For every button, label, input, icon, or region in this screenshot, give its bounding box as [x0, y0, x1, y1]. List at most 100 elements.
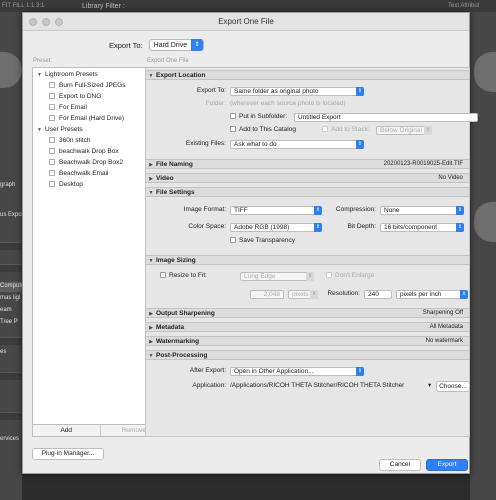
preset-item[interactable]: Beachwalk Drop Box2 — [49, 158, 123, 168]
subfolder-name-field[interactable]: Untitled Export — [294, 113, 478, 122]
existing-files-label: Existing Files: — [185, 140, 226, 147]
preset-checkbox[interactable] — [49, 115, 55, 121]
resolution-label: Resolution: — [327, 290, 360, 297]
export-button[interactable]: Export — [426, 459, 468, 471]
resolution-unit-select[interactable]: pixels per inch ⇕ — [396, 290, 468, 299]
checkbox-label: Add to This Catalog — [239, 126, 296, 133]
section-video[interactable]: ▶ Video No Video — [146, 173, 469, 183]
chevron-updown-icon: ⇕ — [356, 140, 364, 149]
export-location-select[interactable]: Same folder as original photo ⇕ — [230, 87, 364, 96]
bit-depth-select[interactable]: 16 bits/component ⇕ — [380, 223, 464, 232]
bg-bar — [0, 372, 22, 380]
export-destination-select[interactable]: Hard Drive ⇕ — [148, 39, 205, 51]
existing-files-select[interactable]: Ask what to do ⇕ — [230, 140, 364, 149]
preset-group-lightroom[interactable]: ▼ Lightroom Presets — [37, 70, 98, 80]
resize-mode-select[interactable]: Long Edge ⇕ — [240, 272, 314, 281]
preset-item-label: Burn Full-Sized JPEGs — [59, 82, 126, 89]
disclosure-closed-icon: ▶ — [149, 176, 153, 182]
add-preset-button[interactable]: Add — [33, 425, 101, 436]
stack-position-select[interactable]: Below Original ⇕ — [376, 126, 432, 135]
compression-value: None — [384, 207, 400, 214]
export-one-file-label: Export One File — [147, 58, 189, 64]
choose-application-button[interactable]: Choose... — [436, 381, 470, 392]
after-export-select[interactable]: Open in Other Application... ⇕ — [230, 367, 364, 376]
disclosure-open-icon: ▼ — [37, 72, 42, 78]
preset-item[interactable]: For Email (Hard Drive) — [49, 114, 124, 124]
preset-checkbox[interactable] — [49, 159, 55, 165]
checkbox-icon — [326, 272, 332, 278]
section-file-settings[interactable]: ▼ File Settings — [146, 187, 469, 197]
preset-group-label: User Presets — [45, 126, 83, 133]
color-space-label: Color Space: — [188, 223, 226, 230]
preset-checkbox[interactable] — [49, 181, 55, 187]
section-file-naming[interactable]: ▶ File Naming 20200123-R0019025-Edit.TIF — [146, 159, 469, 169]
chevron-updown-icon: ⇕ — [191, 39, 204, 51]
export-location-label: Export To: — [196, 87, 226, 94]
export-dialog: Export One File Export To: Hard Drive ⇕ … — [22, 12, 478, 474]
preset-item[interactable]: beachwalk Drop Box — [49, 147, 119, 157]
preset-item[interactable]: 360n stitch — [49, 136, 90, 146]
preset-checkbox[interactable] — [49, 170, 55, 176]
section-export-location[interactable]: ▼ Export Location — [146, 70, 469, 80]
preset-item[interactable]: Beachwalk Email — [49, 169, 109, 179]
add-to-stack-checkbox[interactable]: Add to Stack: — [322, 125, 370, 135]
disclosure-open-icon: ▼ — [148, 73, 154, 79]
application-dropdown-icon[interactable]: ▾ — [428, 381, 431, 391]
preset-item-label: Export to DNG — [59, 93, 102, 100]
chevron-updown-icon: ⇕ — [424, 126, 432, 135]
preset-checkbox[interactable] — [49, 137, 55, 143]
preset-item-label: Desktop — [59, 181, 83, 188]
preset-checkbox[interactable] — [49, 93, 55, 99]
resolution-field[interactable]: 240 — [364, 290, 392, 299]
preset-checkbox[interactable] — [49, 148, 55, 154]
add-to-catalog-checkbox[interactable]: Add to This Catalog — [230, 125, 296, 135]
image-format-value: TIFF — [234, 207, 248, 214]
dont-enlarge-checkbox[interactable]: Don't Enlarge — [326, 271, 374, 281]
section-title: File Naming — [156, 161, 193, 168]
preset-item[interactable]: For Email — [49, 103, 87, 113]
panorama-thumbnail — [474, 202, 496, 242]
preset-item[interactable]: Desktop — [49, 180, 83, 190]
bg-bar — [0, 242, 22, 250]
preset-checkbox[interactable] — [49, 82, 55, 88]
checkbox-label: Save Transparency — [239, 237, 296, 244]
checkbox-icon — [230, 126, 236, 132]
preset-item[interactable]: Burn Full-Sized JPEGs — [49, 81, 125, 91]
section-summary: 20200123-R0019025-Edit.TIF — [383, 161, 463, 167]
bg-label: ervices — [0, 436, 20, 442]
resize-size-field[interactable]: 2,048 — [250, 290, 284, 299]
preset-item-label: Beachwalk Email — [59, 170, 109, 177]
section-summary: Sharpening Off — [422, 310, 463, 316]
preset-item-label: For Email — [59, 104, 87, 111]
library-filter-label: Library Filter : — [82, 3, 125, 10]
put-in-subfolder-checkbox[interactable]: Put in Subfolder: — [230, 112, 287, 122]
preset-group-user[interactable]: ▼ User Presets — [37, 125, 83, 135]
section-watermarking[interactable]: ▶ Watermarking No watermark — [146, 336, 469, 346]
resize-to-fit-checkbox[interactable]: Resize to Fit: — [160, 271, 207, 281]
preset-checkbox[interactable] — [49, 104, 55, 110]
after-export-label: After Export: — [189, 367, 226, 374]
save-transparency-checkbox[interactable]: Save Transparency — [230, 236, 295, 246]
section-output-sharpening[interactable]: ▶ Output Sharpening Sharpening Off — [146, 308, 469, 318]
panorama-thumbnail — [0, 52, 22, 88]
color-space-select[interactable]: Adobe RGB (1998) ⇕ — [230, 223, 322, 232]
section-title: Watermarking — [156, 338, 200, 345]
preset-label: Preset: — [33, 58, 53, 64]
section-image-sizing[interactable]: ▼ Image Sizing — [146, 255, 469, 265]
plugin-manager-button[interactable]: Plug-in Manager... — [32, 448, 104, 460]
compression-select[interactable]: None ⇕ — [380, 206, 464, 215]
stack-position-value: Below Original — [380, 127, 422, 134]
resolution-unit-value: pixels per inch — [400, 291, 442, 298]
folder-value: (wherever each source photo is located) — [230, 100, 346, 107]
cancel-button[interactable]: Cancel — [379, 459, 421, 471]
preset-item[interactable]: Export to DNG — [49, 92, 101, 102]
export-to-row: Export To: Hard Drive ⇕ — [109, 39, 205, 51]
background-right-panel — [470, 12, 496, 500]
section-summary: No Video — [438, 175, 463, 181]
section-title: Video — [156, 175, 174, 182]
disclosure-open-icon: ▼ — [37, 127, 42, 133]
image-format-select[interactable]: TIFF ⇕ — [230, 206, 322, 215]
section-metadata[interactable]: ▶ Metadata All Metadata — [146, 322, 469, 332]
resize-mode-value: Long Edge — [244, 273, 276, 280]
section-post-processing[interactable]: ▼ Post-Processing — [146, 350, 469, 360]
